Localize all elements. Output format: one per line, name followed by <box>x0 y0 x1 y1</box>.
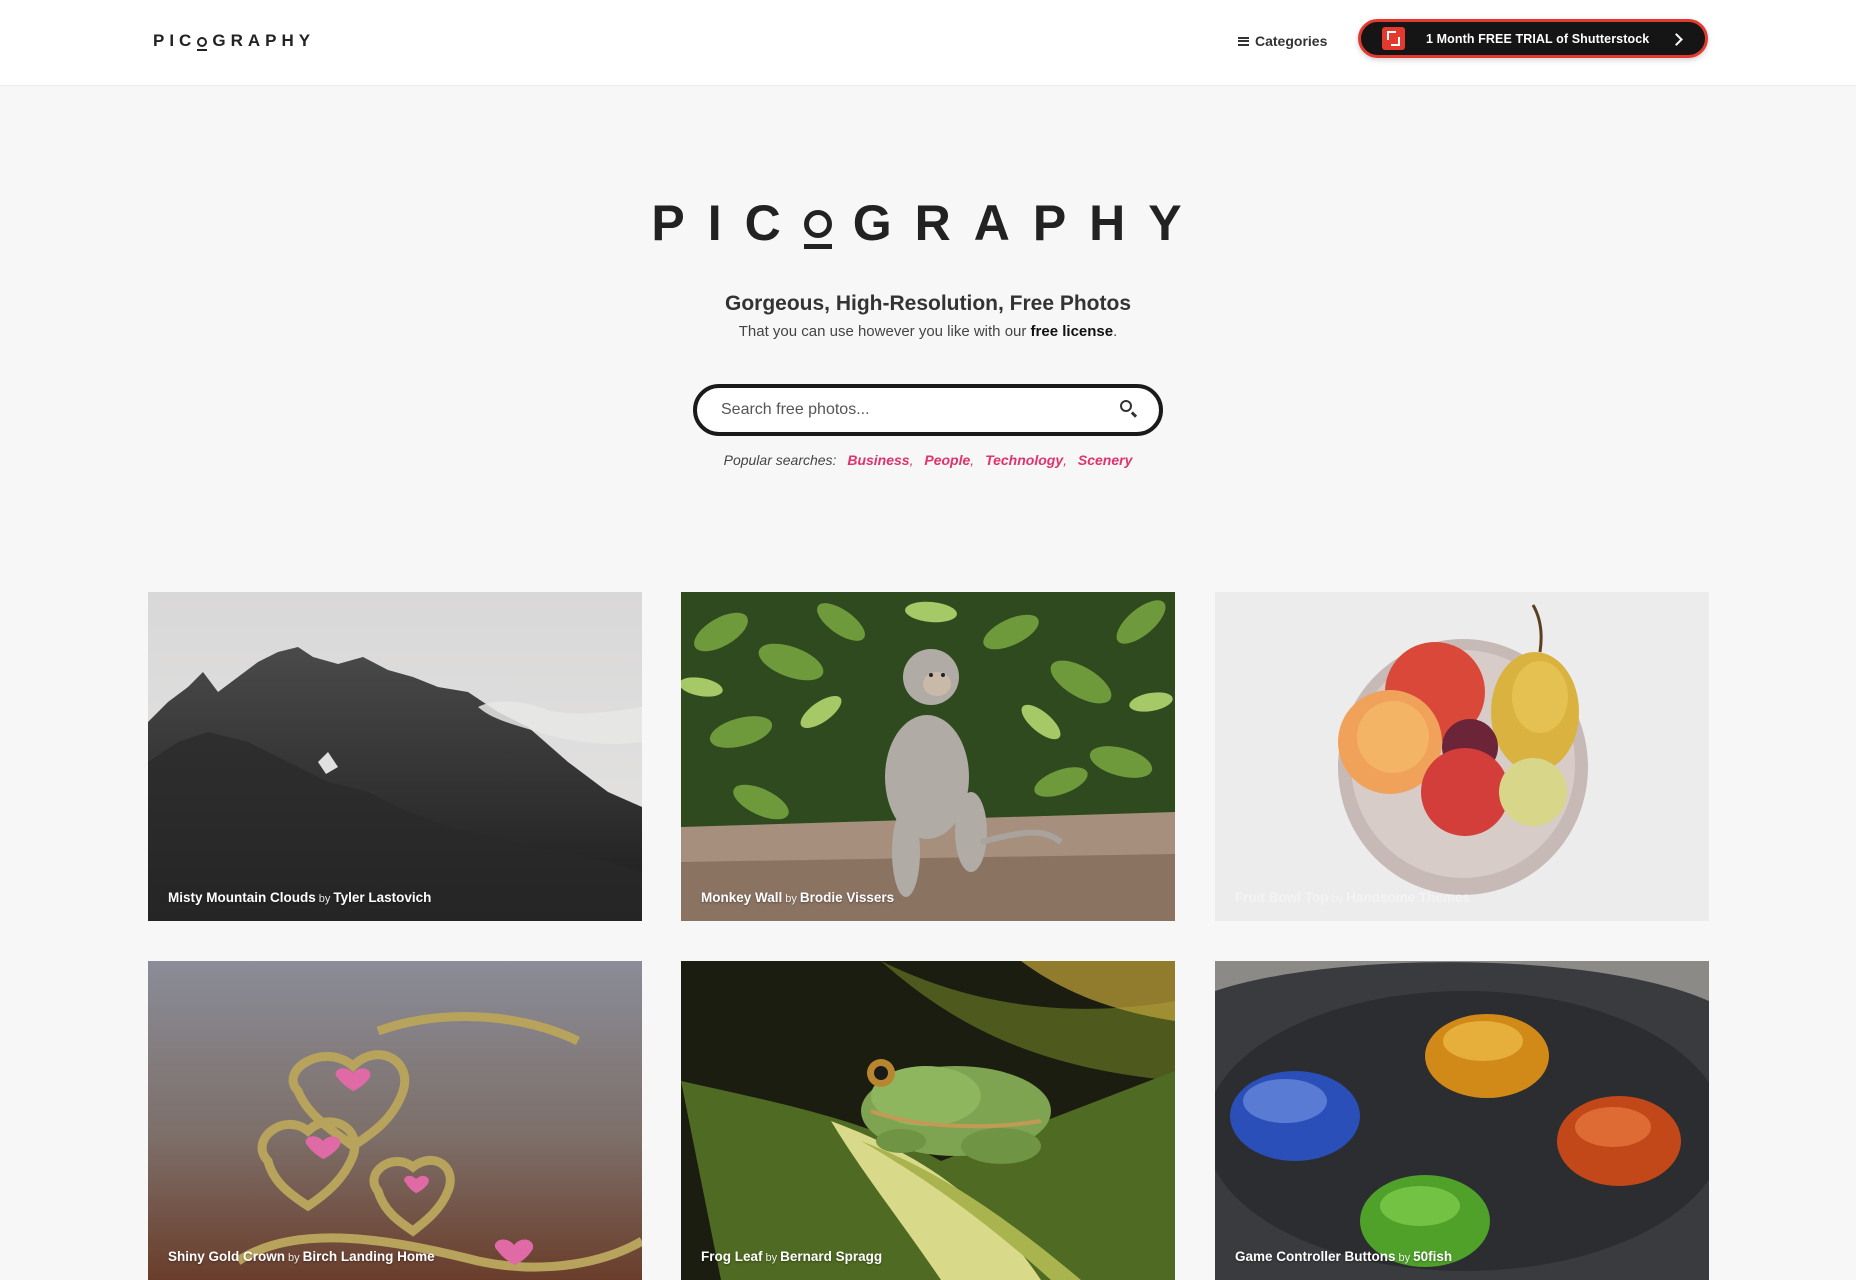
header-logo[interactable]: PIC GRAPHY <box>153 31 315 51</box>
hero-subtitle: That you can use however you like with o… <box>0 323 1856 340</box>
photo-title: Monkey Wall <box>701 890 783 905</box>
photo-title: Misty Mountain Clouds <box>168 890 316 905</box>
monkey-image <box>681 592 1175 921</box>
hero-subtitle-end: . <box>1113 323 1118 340</box>
shutterstock-logo-icon <box>1382 27 1405 50</box>
hero-logo-o-icon <box>803 205 832 249</box>
mountain-image <box>148 592 642 921</box>
hero-logo-left: PIC <box>651 195 804 251</box>
search-button[interactable] <box>1117 397 1143 423</box>
photo-title: Shiny Gold Crown <box>168 1249 285 1264</box>
photo-caption: Shiny Gold Crown by Birch Landing Home <box>168 1249 435 1264</box>
photo-caption: Frog Leaf by Bernard Spragg <box>701 1249 883 1264</box>
photo-author[interactable]: Tyler Lastovich <box>333 890 431 905</box>
categories-menu-button[interactable]: Categories <box>1238 30 1327 52</box>
search-icon <box>1120 400 1132 412</box>
fruit-bowl-image <box>1215 592 1709 921</box>
photo-title: Fruit Bowl Top <box>1235 890 1329 905</box>
header-logo-wordmark: PIC GRAPHY <box>153 31 315 51</box>
header-logo-left: PIC <box>153 31 197 50</box>
photo-card-misty-mountain[interactable]: Misty Mountain Clouds by Tyler Lastovich <box>148 592 642 921</box>
game-controller-image <box>1215 961 1709 1280</box>
logo-o-icon <box>197 35 208 51</box>
top-navigation: PIC GRAPHY Categories 1 Month FREE TRIAL… <box>0 0 1856 86</box>
popular-search-scenery[interactable]: Scenery <box>1078 452 1132 468</box>
photo-caption: Fruit Bowl Top by Handsome Themes <box>1235 890 1470 905</box>
photo-title: Game Controller Buttons <box>1235 1249 1396 1264</box>
popular-searches: Popular searches: Business, People, Tech… <box>723 452 1133 468</box>
hamburger-icon <box>1238 36 1249 46</box>
photo-author[interactable]: Brodie Vissers <box>800 890 894 905</box>
photo-author[interactable]: Handsome Themes <box>1346 890 1470 905</box>
photo-author[interactable]: Birch Landing Home <box>303 1249 435 1264</box>
header-logo-right: GRAPHY <box>212 31 316 50</box>
photo-card-game-controller[interactable]: Game Controller Buttons by 50fish <box>1215 961 1709 1280</box>
photo-caption: Game Controller Buttons by 50fish <box>1235 1249 1453 1264</box>
photo-caption: Monkey Wall by Brodie Vissers <box>701 890 895 905</box>
photo-caption: Misty Mountain Clouds by Tyler Lastovich <box>168 890 432 905</box>
photo-card-monkey-wall[interactable]: Monkey Wall by Brodie Vissers <box>681 592 1175 921</box>
photo-card-fruit-bowl[interactable]: Fruit Bowl Top by Handsome Themes <box>1215 592 1709 921</box>
hero-logo: PIC GRAPHY <box>651 197 1182 249</box>
categories-label: Categories <box>1255 33 1328 49</box>
search-input[interactable] <box>719 394 1117 426</box>
chevron-right-icon <box>1670 33 1683 46</box>
promo-label: 1 Month FREE TRIAL of Shutterstock <box>1426 31 1650 46</box>
photo-card-gold-crown[interactable]: Shiny Gold Crown by Birch Landing Home <box>148 961 642 1280</box>
frog-leaf-image <box>681 961 1175 1280</box>
photo-author[interactable]: 50fish <box>1413 1249 1452 1264</box>
popular-search-business[interactable]: Business <box>847 452 909 468</box>
popular-searches-label: Popular searches: <box>723 452 837 468</box>
hero-logo-right: GRAPHY <box>852 195 1205 251</box>
hero-title: Gorgeous, High-Resolution, Free Photos <box>724 292 1131 315</box>
popular-search-people[interactable]: People <box>924 452 970 468</box>
search-form <box>693 384 1163 436</box>
photo-title: Frog Leaf <box>701 1249 763 1264</box>
gold-crown-image <box>148 961 642 1280</box>
popular-search-technology[interactable]: Technology <box>985 452 1063 468</box>
photo-card-frog-leaf[interactable]: Frog Leaf by Bernard Spragg <box>681 961 1175 1280</box>
free-license-link[interactable]: free license <box>1031 323 1114 340</box>
photo-author[interactable]: Bernard Spragg <box>780 1249 882 1264</box>
shutterstock-trial-button[interactable]: 1 Month FREE TRIAL of Shutterstock <box>1358 19 1708 58</box>
hero-subtitle-text: That you can use however you like with o… <box>738 323 1027 340</box>
hero-logo-wordmark: PIC GRAPHY <box>651 197 1204 249</box>
